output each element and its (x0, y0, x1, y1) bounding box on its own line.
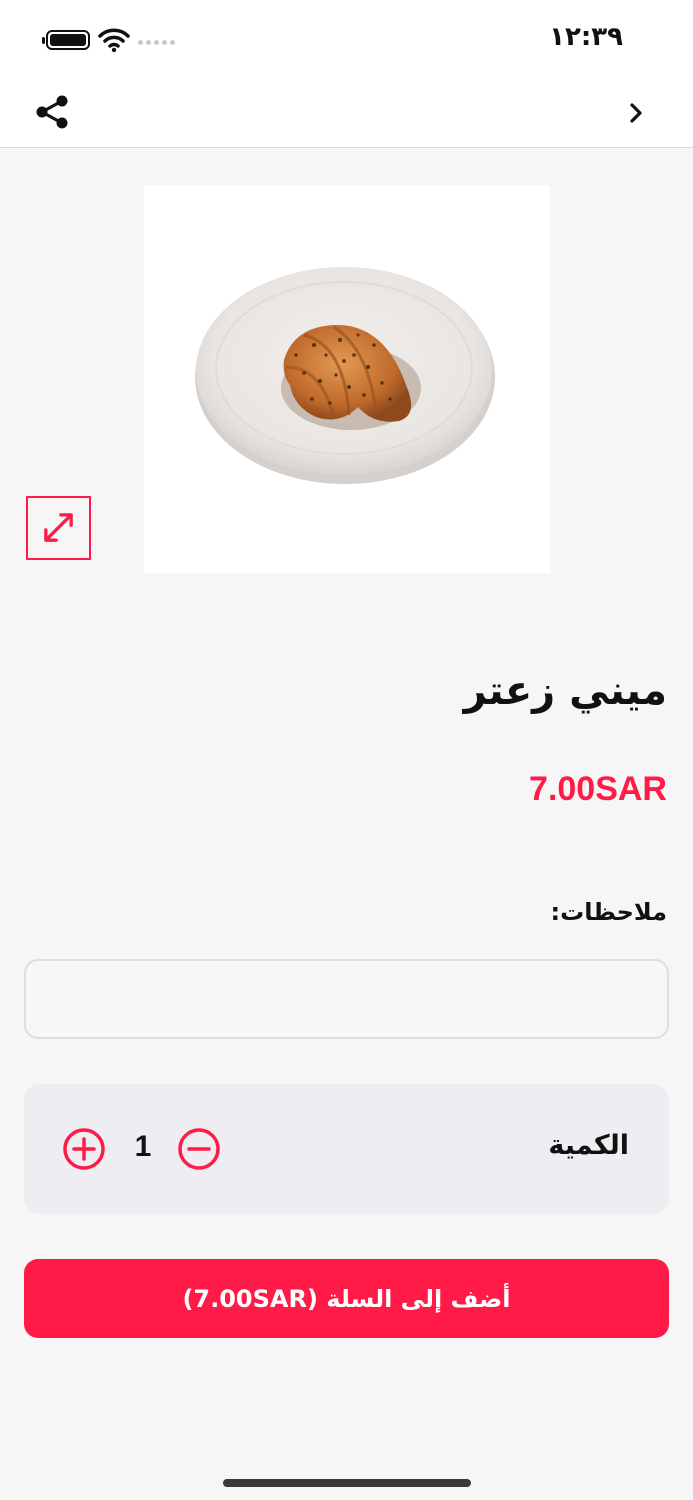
notes-label: ملاحظات: (550, 898, 667, 926)
battery-icon (42, 30, 90, 50)
top-nav-bar (0, 78, 693, 148)
product-name: ميني زعتر (463, 668, 667, 714)
product-image (144, 185, 550, 573)
notes-input[interactable] (24, 959, 669, 1039)
wifi-icon (98, 28, 130, 53)
status-time: ١٢:٣٩ (549, 22, 623, 52)
croissant-plate-illustration (195, 267, 495, 484)
expand-arrows-icon[interactable] (26, 496, 91, 560)
status-bar: ١٢:٣٩ (0, 0, 693, 78)
quantity-stepper: 1 الكمية (24, 1084, 669, 1214)
share-icon[interactable] (30, 92, 74, 132)
quantity-value: 1 (134, 1130, 152, 1163)
signal-dots-icon (138, 40, 175, 45)
quantity-label: الكمية (548, 1130, 629, 1161)
minus-circle-icon[interactable] (177, 1127, 221, 1171)
product-price: 7.00SAR (529, 770, 667, 808)
plus-circle-icon[interactable] (62, 1127, 106, 1171)
home-indicator[interactable] (223, 1479, 471, 1487)
add-to-cart-button[interactable]: أضف إلى السلة (7.00SAR) (24, 1259, 669, 1338)
add-to-cart-label: أضف إلى السلة (7.00SAR) (182, 1284, 511, 1313)
chevron-right-icon[interactable] (621, 96, 651, 130)
